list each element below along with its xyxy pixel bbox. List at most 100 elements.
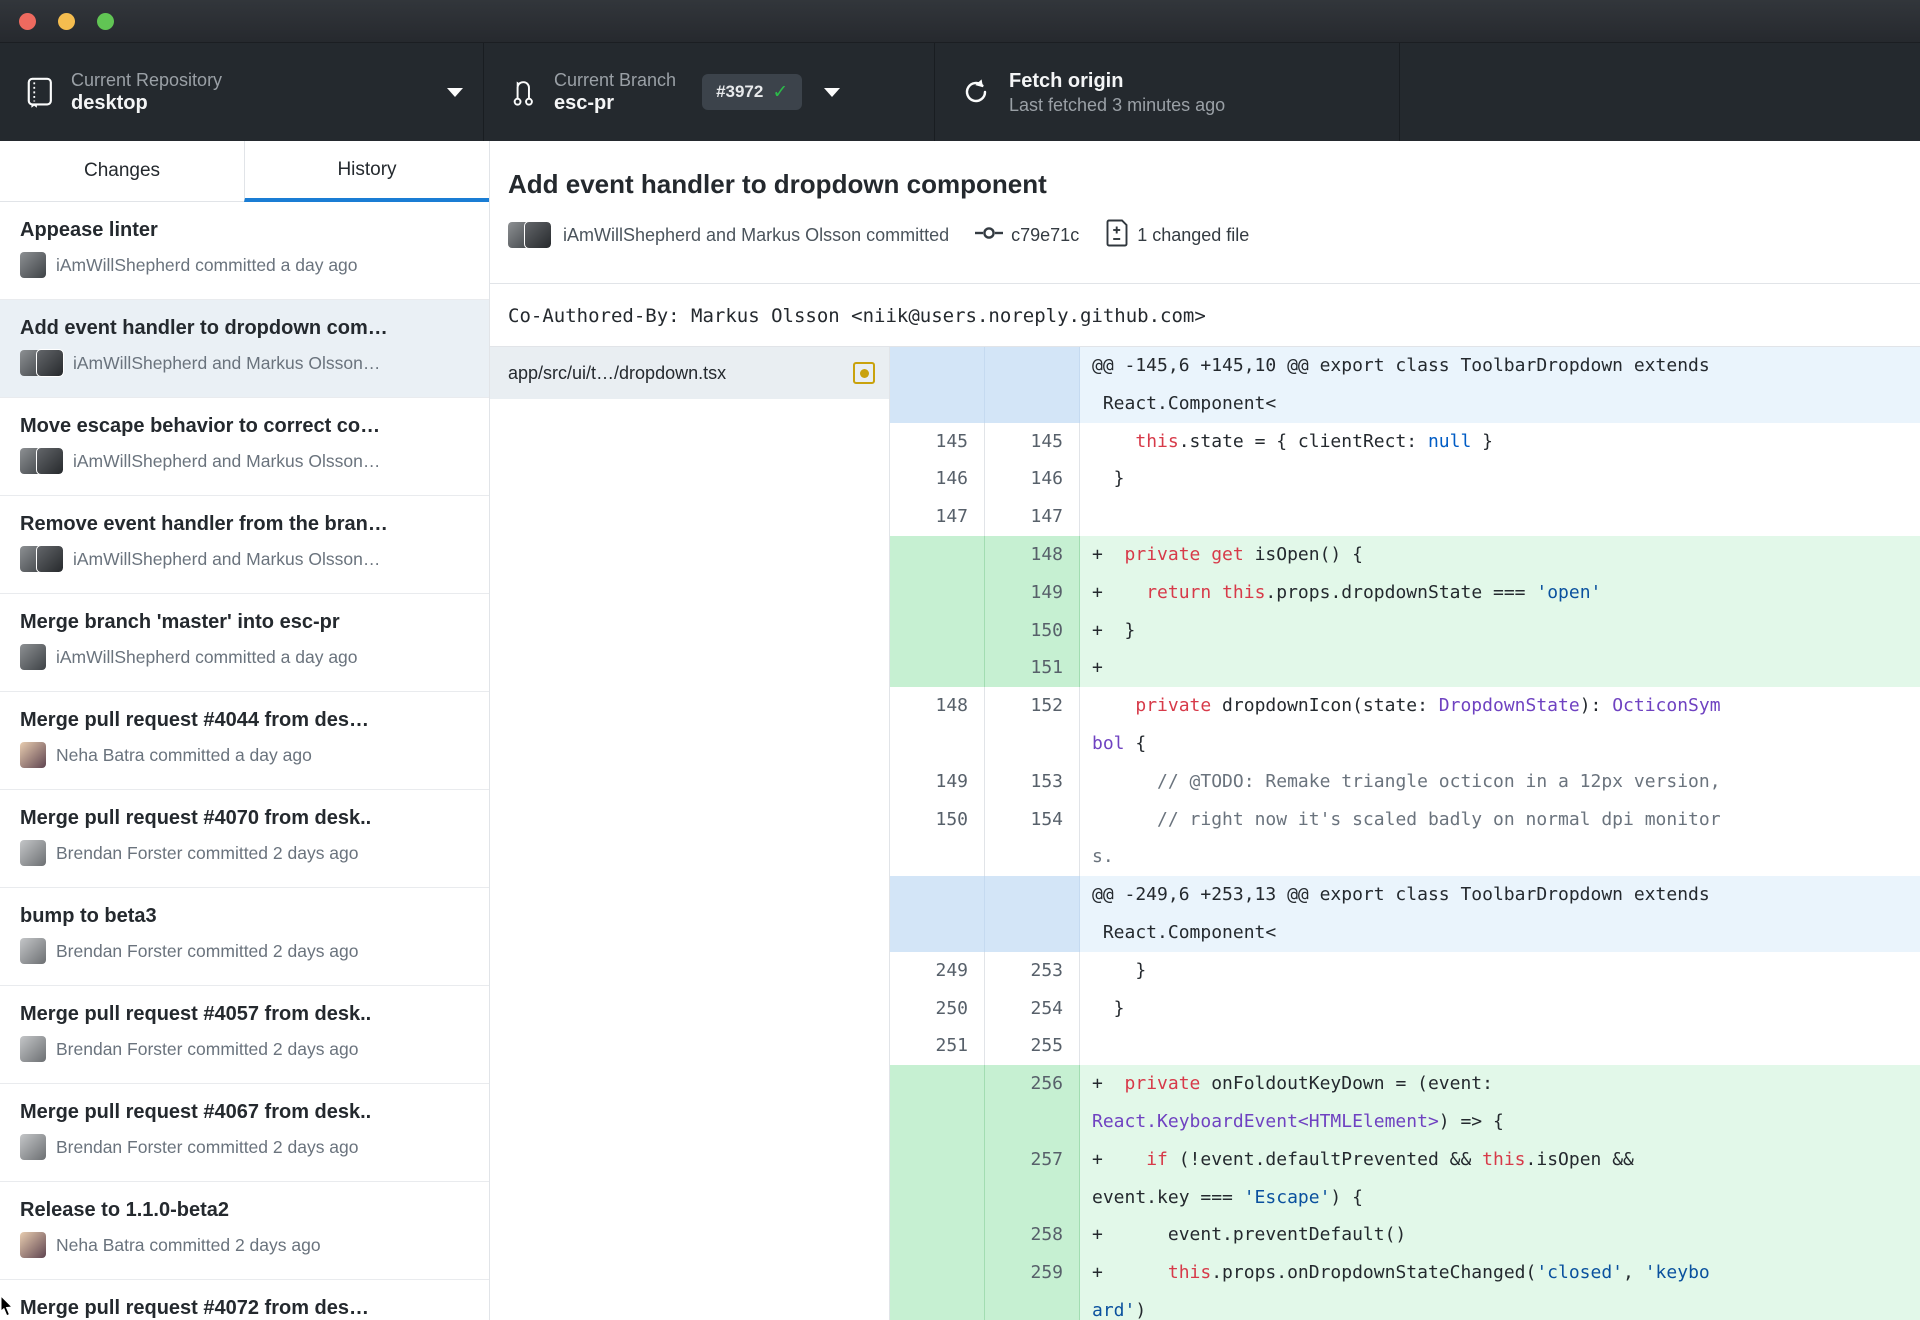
gutter-new-line-number: 150 bbox=[985, 611, 1080, 650]
code-line: // right now it's scaled badly on normal… bbox=[1157, 808, 1721, 830]
code-line: + event.preventDefault() bbox=[1080, 1216, 1920, 1255]
diff-row: 145 145 this.state = { clientRect: null } bbox=[890, 422, 1920, 461]
commit-details-panel: Add event handler to dropdown component … bbox=[490, 141, 1920, 1320]
gutter-new-line-number: 253 bbox=[985, 951, 1080, 990]
check-icon: ✓ bbox=[772, 81, 789, 103]
list-item[interactable]: Merge pull request #4072 from des… bbox=[0, 1280, 489, 1320]
list-item[interactable]: Merge branch 'master' into esc-pr iAmWill… bbox=[0, 594, 489, 692]
gutter-old-line-number bbox=[890, 724, 985, 763]
gutter-old-line-number bbox=[890, 1140, 985, 1179]
commit-meta: iAmWillShepherd and Markus Olsson… bbox=[20, 545, 469, 573]
gutter-old-line-number: 148 bbox=[890, 687, 985, 725]
gutter-new-line-number bbox=[985, 913, 1080, 952]
code-line: } bbox=[1092, 959, 1147, 981]
fetch-origin-button[interactable]: Fetch origin Last fetched 3 minutes ago bbox=[935, 43, 1400, 141]
gutter-old-line-number: 145 bbox=[890, 422, 985, 461]
gutter-old-line-number: 149 bbox=[890, 762, 985, 801]
list-item[interactable]: Move escape behavior to correct co… iAmWi… bbox=[0, 398, 489, 496]
code-line: } bbox=[1092, 468, 1125, 490]
minimize-button[interactable] bbox=[58, 12, 75, 30]
commit-meta-text: iAmWillShepherd committed a day ago bbox=[56, 646, 358, 667]
commit-meta-text: iAmWillShepherd and Markus Olsson… bbox=[73, 548, 381, 569]
gutter-new-line-number bbox=[985, 1291, 1080, 1320]
gutter-new-line-number: 258 bbox=[985, 1216, 1080, 1255]
current-branch-dropdown[interactable]: Current Branch esc-pr #3972 ✓ bbox=[484, 43, 935, 141]
code-line: React.Component< bbox=[1080, 384, 1920, 423]
zoom-button[interactable] bbox=[97, 12, 114, 30]
diff-row: 147 147 bbox=[890, 498, 1920, 536]
content: Changes History Appease linter iAmWillShe… bbox=[0, 141, 1920, 1320]
pr-badge[interactable]: #3972 ✓ bbox=[702, 74, 803, 110]
git-branch-icon bbox=[510, 77, 536, 108]
changed-files-count: 1 changed file bbox=[1137, 224, 1250, 245]
code-line: @@ -249,6 +253,13 @@ export class Toolba… bbox=[1080, 876, 1920, 914]
commit-meta: iAmWillShepherd and Markus Olsson commit… bbox=[508, 219, 1902, 251]
diff-row: @@ -145,6 +145,10 @@ export class Toolba… bbox=[890, 347, 1920, 385]
gutter-new-line-number: 256 bbox=[985, 1065, 1080, 1103]
branch-label: Current Branch bbox=[554, 69, 677, 90]
file-list: app/src/ui/t…/dropdown.tsx bbox=[490, 347, 890, 1320]
code-line: React.Component< bbox=[1080, 913, 1920, 952]
list-item[interactable]: Merge pull request #4057 from desk.. Bren… bbox=[0, 986, 489, 1084]
diff-row: 259 + this.props.onDropdownStateChanged('… bbox=[890, 1254, 1920, 1292]
tab-changes[interactable]: Changes bbox=[0, 141, 244, 202]
commit-meta: Brendan Forster committed 2 days ago bbox=[20, 840, 469, 866]
window-controls bbox=[19, 12, 114, 30]
diff-row: @@ -249,6 +253,13 @@ export class Toolba… bbox=[890, 876, 1920, 914]
commit-meta-text: Brendan Forster committed 2 days ago bbox=[56, 1038, 359, 1059]
diff-row: 257 + if (!event.defaultPrevented && this… bbox=[890, 1140, 1920, 1179]
commit-meta-text: Neha Batra committed 2 days ago bbox=[56, 1234, 321, 1255]
diff-file-icon bbox=[1105, 219, 1129, 252]
commit-meta: iAmWillShepherd and Markus Olsson… bbox=[20, 349, 469, 377]
gutter-old-line-number: 150 bbox=[890, 800, 985, 839]
gutter-old-line-number: 249 bbox=[890, 951, 985, 990]
diff-area: app/src/ui/t…/dropdown.tsx @@ -145,6 +14… bbox=[490, 347, 1920, 1320]
tab-changes-label: Changes bbox=[83, 160, 161, 181]
list-item[interactable]: Add event handler to dropdown com… iAmWil… bbox=[0, 300, 489, 398]
gutter-old-line-number: 146 bbox=[890, 460, 985, 499]
avatar bbox=[20, 840, 46, 866]
code-line: + private get isOpen() { bbox=[1080, 535, 1920, 574]
gutter-new-line-number bbox=[985, 838, 1080, 877]
gutter-old-line-number bbox=[890, 1216, 985, 1255]
file-row[interactable]: app/src/ui/t…/dropdown.tsx bbox=[490, 347, 889, 399]
avatar bbox=[36, 349, 64, 377]
diff-row: 258 + event.preventDefault() bbox=[890, 1216, 1920, 1255]
list-item[interactable]: Merge pull request #4070 from desk.. Bren… bbox=[0, 790, 489, 888]
gutter-old-line-number bbox=[890, 573, 985, 612]
avatar bbox=[20, 252, 46, 278]
diff-row: React.Component< bbox=[890, 913, 1920, 952]
avatar bbox=[20, 1232, 46, 1258]
list-item[interactable]: Release to 1.1.0-beta2 Neha Batra committ… bbox=[0, 1182, 489, 1280]
fetch-subtitle: Last fetched 3 minutes ago bbox=[1009, 94, 1226, 115]
code-line: private dropdownIcon(state: DropdownStat… bbox=[1135, 695, 1721, 717]
code-line: this.state = { clientRect: null } bbox=[1135, 430, 1494, 452]
commit-title: Add event handler to dropdown com… bbox=[20, 317, 388, 339]
diff-row: 256 + private onFoldoutKeyDown = (event: bbox=[890, 1065, 1920, 1103]
tab-history[interactable]: History bbox=[244, 141, 489, 202]
diff-row: 149 + return this.props.dropdownState ===… bbox=[890, 573, 1920, 612]
file-path: app/src/ui/t…/dropdown.tsx bbox=[508, 362, 727, 383]
diff-row: 150 154 // right now it's scaled badly on… bbox=[890, 800, 1920, 839]
close-button[interactable] bbox=[19, 12, 36, 30]
diff-view: @@ -145,6 +145,10 @@ export class Toolba… bbox=[890, 347, 1920, 1320]
list-item[interactable]: Remove event handler from the bran… iAmWi… bbox=[0, 496, 489, 594]
view-tabs: Changes History bbox=[0, 141, 489, 202]
list-item[interactable]: Merge pull request #4067 from desk.. Bren… bbox=[0, 1084, 489, 1182]
list-item[interactable]: Appease linter iAmWillShepherd committed … bbox=[0, 202, 489, 300]
commit-title: Merge pull request #4070 from desk.. bbox=[20, 807, 372, 829]
gutter-new-line-number bbox=[985, 347, 1080, 385]
gutter-new-line-number bbox=[985, 384, 1080, 423]
commit-title: Merge pull request #4067 from desk.. bbox=[20, 1101, 372, 1123]
avatar bbox=[20, 644, 46, 670]
commit-list: Appease linter iAmWillShepherd committed … bbox=[0, 202, 489, 1320]
list-item[interactable]: bump to beta3 Brendan Forster committed 2… bbox=[0, 888, 489, 986]
avatar bbox=[36, 545, 64, 573]
commit-sha: c79e71c bbox=[1011, 224, 1080, 245]
list-item[interactable]: Merge pull request #4044 from des… Neha B… bbox=[0, 692, 489, 790]
repository-dropdown[interactable]: Current Repository desktop bbox=[0, 43, 484, 141]
diff-row: 148 152 private dropdownIcon(state: Dropd… bbox=[890, 687, 1920, 725]
gutter-new-line-number bbox=[985, 724, 1080, 763]
gutter-new-line-number: 148 bbox=[985, 535, 1080, 574]
